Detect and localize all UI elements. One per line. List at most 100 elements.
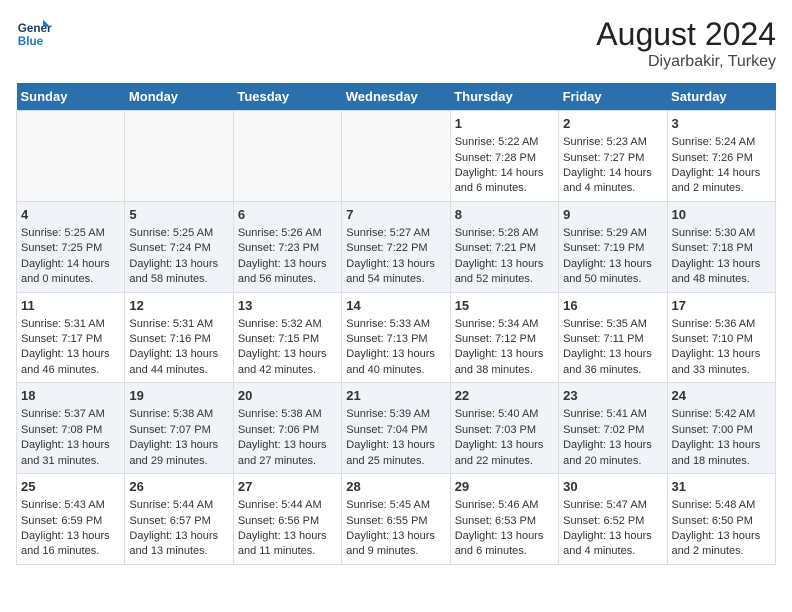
day-info: Daylight: 14 hours and 2 minutes.	[672, 166, 771, 197]
day-info: Sunrise: 5:40 AM	[455, 407, 554, 422]
calendar-header: SundayMondayTuesdayWednesdayThursdayFrid…	[17, 83, 776, 111]
day-info: Sunset: 7:03 PM	[455, 423, 554, 438]
day-info: Daylight: 13 hours and 29 minutes.	[129, 438, 228, 469]
day-info: Sunrise: 5:41 AM	[563, 407, 662, 422]
day-number: 14	[346, 297, 445, 315]
day-info: Sunrise: 5:38 AM	[129, 407, 228, 422]
week-row-3: 11 Sunrise: 5:31 AMSunset: 7:17 PM Dayligh…	[17, 292, 776, 383]
day-number: 9	[563, 206, 662, 224]
day-cell	[233, 111, 341, 202]
calendar-title: August 2024	[596, 16, 776, 53]
day-info: Sunset: 7:07 PM	[129, 423, 228, 438]
day-number: 15	[455, 297, 554, 315]
header-cell-thursday: Thursday	[450, 83, 558, 111]
header-cell-tuesday: Tuesday	[233, 83, 341, 111]
day-info: Sunrise: 5:44 AM	[238, 498, 337, 513]
header-cell-wednesday: Wednesday	[342, 83, 450, 111]
day-cell: 25Sunrise: 5:43 AMSunset: 6:59 PMDayligh…	[17, 474, 125, 565]
day-info: Sunrise: 5:43 AM	[21, 498, 120, 513]
day-number: 17	[672, 297, 771, 315]
day-cell: 24Sunrise: 5:42 AMSunset: 7:00 PMDayligh…	[667, 383, 775, 474]
day-info: Sunrise: 5:44 AM	[129, 498, 228, 513]
day-info: Daylight: 13 hours and 48 minutes.	[672, 257, 771, 288]
day-cell	[342, 111, 450, 202]
day-cell: 19 Sunrise: 5:38 AMSunset: 7:07 PMDayligh…	[125, 383, 233, 474]
day-info: Daylight: 13 hours and 31 minutes.	[21, 438, 120, 469]
day-number: 19	[129, 387, 228, 405]
calendar-subtitle: Diyarbakir, Turkey	[596, 53, 776, 71]
day-cell: 6Sunrise: 5:26 AMSunset: 7:23 PMDaylight…	[233, 201, 341, 292]
day-cell: 3Sunrise: 5:24 AMSunset: 7:26 PMDaylight…	[667, 111, 775, 202]
day-number: 20	[238, 387, 337, 405]
day-cell	[17, 111, 125, 202]
day-info: Daylight: 13 hours and 52 minutes.	[455, 257, 554, 288]
day-cell	[125, 111, 233, 202]
day-info: Sunset: 7:25 PM	[21, 241, 120, 256]
day-info: Sunrise: 5:30 AM	[672, 226, 771, 241]
day-number: 3	[672, 115, 771, 133]
day-number: 11	[21, 297, 120, 315]
day-number: 6	[238, 206, 337, 224]
day-info: Sunset: 7:02 PM	[563, 423, 662, 438]
day-info: Daylight: 13 hours and 13 minutes.	[129, 529, 228, 560]
day-info: Sunset: 7:28 PM	[455, 151, 554, 166]
day-info: Sunset: 6:57 PM	[129, 514, 228, 529]
day-info: Daylight: 13 hours and 36 minutes.	[563, 347, 662, 378]
day-cell: 29Sunrise: 5:46 AMSunset: 6:53 PMDayligh…	[450, 474, 558, 565]
day-info: Sunrise: 5:38 AM	[238, 407, 337, 422]
day-number: 21	[346, 387, 445, 405]
day-info: Sunset: 7:17 PM	[21, 332, 120, 347]
day-info: Daylight: 14 hours and 4 minutes.	[563, 166, 662, 197]
day-info: Daylight: 13 hours and 54 minutes.	[346, 257, 445, 288]
day-info: Sunrise: 5:47 AM	[563, 498, 662, 513]
day-cell: 18Sunrise: 5:37 AMSunset: 7:08 PMDayligh…	[17, 383, 125, 474]
day-info: Daylight: 13 hours and 9 minutes.	[346, 529, 445, 560]
day-info: Daylight: 13 hours and 58 minutes.	[129, 257, 228, 288]
day-cell: 11Sunrise: 5:31 AMSunset: 7:17 PMDayligh…	[17, 292, 125, 383]
day-info: Daylight: 13 hours and 25 minutes.	[346, 438, 445, 469]
day-number: 24	[672, 387, 771, 405]
day-info: Sunrise: 5:31 AM	[21, 317, 120, 332]
day-number: 16	[563, 297, 662, 315]
day-info: Sunrise: 5:25 AM	[129, 226, 228, 241]
day-number: 29	[455, 478, 554, 496]
day-info: Daylight: 13 hours and 27 minutes.	[238, 438, 337, 469]
day-number: 5	[129, 206, 228, 224]
day-info: Sunset: 6:56 PM	[238, 514, 337, 529]
day-info: Sunset: 7:21 PM	[455, 241, 554, 256]
day-info: Daylight: 13 hours and 44 minutes.	[129, 347, 228, 378]
day-number: 27	[238, 478, 337, 496]
day-info: Daylight: 13 hours and 6 minutes.	[455, 529, 554, 560]
day-info: Sunrise: 5:33 AM	[346, 317, 445, 332]
day-cell: 20 Sunrise: 5:38 AMSunset: 7:06 PMDayligh…	[233, 383, 341, 474]
day-info: Sunrise: 5:26 AM	[238, 226, 337, 241]
day-info: Sunset: 7:08 PM	[21, 423, 120, 438]
svg-text:Blue: Blue	[18, 35, 44, 48]
week-row-5: 25Sunrise: 5:43 AMSunset: 6:59 PMDayligh…	[17, 474, 776, 565]
day-number: 1	[455, 115, 554, 133]
logo: General Blue General Blue	[16, 16, 52, 52]
header-cell-friday: Friday	[559, 83, 667, 111]
day-info: Daylight: 13 hours and 56 minutes.	[238, 257, 337, 288]
day-info: Sunset: 6:59 PM	[21, 514, 120, 529]
day-info: Sunrise: 5:48 AM	[672, 498, 771, 513]
day-info: Sunrise: 5:23 AM	[563, 135, 662, 150]
header-cell-saturday: Saturday	[667, 83, 775, 111]
day-number: 23	[563, 387, 662, 405]
header-row: SundayMondayTuesdayWednesdayThursdayFrid…	[17, 83, 776, 111]
page-header: General Blue General Blue August 2024 Di…	[16, 16, 776, 71]
day-info: Sunrise: 5:36 AM	[672, 317, 771, 332]
day-info: Daylight: 13 hours and 16 minutes.	[21, 529, 120, 560]
day-info: Sunrise: 5:32 AM	[238, 317, 337, 332]
day-info: Daylight: 13 hours and 33 minutes.	[672, 347, 771, 378]
day-cell: 28Sunrise: 5:45 AMSunset: 6:55 PMDayligh…	[342, 474, 450, 565]
day-info: Sunrise: 5:28 AM	[455, 226, 554, 241]
day-cell: 21Sunrise: 5:39 AMSunset: 7:04 PMDayligh…	[342, 383, 450, 474]
day-info: Sunset: 6:50 PM	[672, 514, 771, 529]
day-info: Daylight: 13 hours and 42 minutes.	[238, 347, 337, 378]
day-cell: 8Sunrise: 5:28 AMSunset: 7:21 PMDaylight…	[450, 201, 558, 292]
day-info: Daylight: 13 hours and 40 minutes.	[346, 347, 445, 378]
day-cell: 10Sunrise: 5:30 AMSunset: 7:18 PMDayligh…	[667, 201, 775, 292]
day-info: Sunset: 7:06 PM	[238, 423, 337, 438]
day-info: Daylight: 13 hours and 38 minutes.	[455, 347, 554, 378]
